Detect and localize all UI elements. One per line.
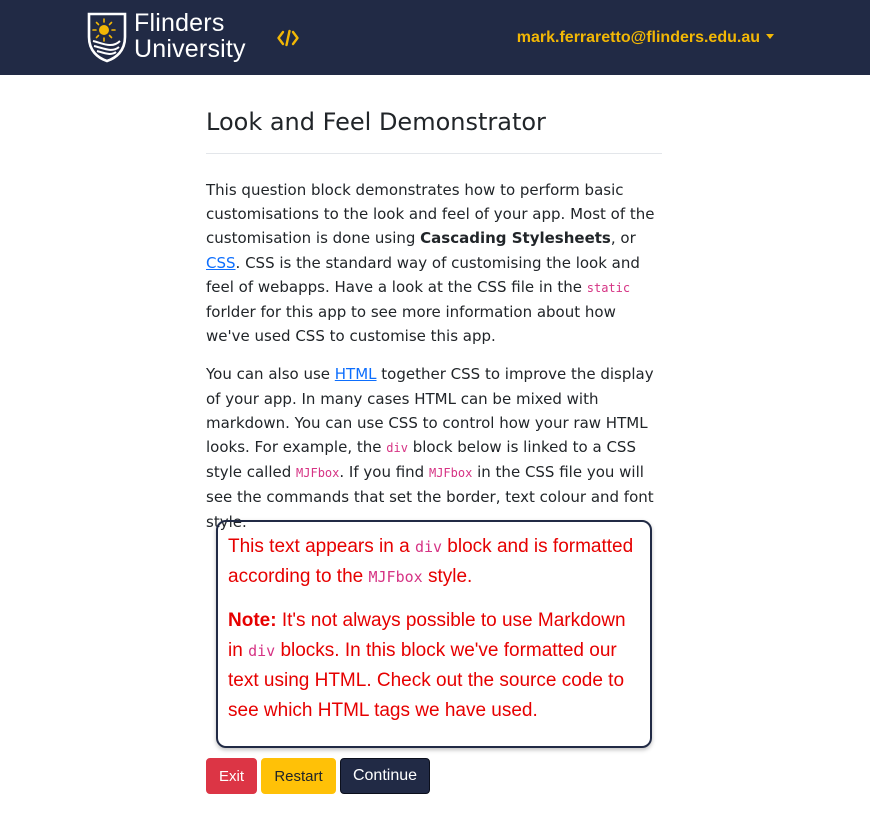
page-title: Look and Feel Demonstrator: [206, 96, 662, 154]
inline-code: static: [586, 280, 631, 295]
inline-code: MJFbox: [428, 466, 473, 481]
text: You can also use: [206, 365, 335, 384]
code-brackets-icon[interactable]: [277, 28, 299, 48]
flinders-logo[interactable]: Flinders University: [86, 11, 256, 63]
css-link[interactable]: CSS: [206, 254, 236, 272]
restart-button[interactable]: Restart: [261, 758, 336, 794]
top-navbar: Flinders University mark.ferraretto@flin…: [0, 0, 870, 75]
main-content: Look and Feel Demonstrator This question…: [206, 96, 662, 534]
text: blocks. In this block we've formatted ou…: [228, 640, 625, 721]
mjfbox-panel: This text appears in a div block and is …: [216, 520, 652, 748]
user-dropdown[interactable]: mark.ferraretto@flinders.edu.au: [517, 29, 774, 47]
intro-paragraph: This question block demonstrates how to …: [206, 178, 662, 348]
logo-line-flinders: Flinders: [134, 9, 225, 37]
inline-code: div: [248, 642, 276, 660]
text: . If you find: [339, 463, 429, 482]
caret-down-icon: [766, 34, 774, 39]
text: . CSS is the standard way of customising…: [206, 253, 640, 296]
html-link[interactable]: HTML: [335, 365, 377, 383]
mjfbox-paragraph-2: Note: It's not always possible to use Ma…: [228, 606, 640, 726]
mjfbox-paragraph-1: This text appears in a div block and is …: [228, 532, 640, 592]
logo-line-university: University: [134, 35, 246, 63]
text: , or: [610, 229, 636, 248]
logo-wordmark: Flinders University: [134, 11, 246, 63]
inline-code: MJFbox: [368, 568, 423, 586]
inline-code: MJFbox: [296, 466, 340, 481]
text: This text appears in a: [228, 536, 415, 557]
user-email: mark.ferraretto@flinders.edu.au: [516, 29, 760, 46]
inline-code: div: [386, 441, 408, 456]
flinders-shield-icon: [87, 12, 127, 63]
continue-button[interactable]: Continue: [340, 758, 430, 794]
text: style.: [422, 566, 473, 587]
bold-text: Cascading Stylesheets: [420, 229, 611, 248]
note-label: Note:: [228, 610, 277, 631]
inline-code: div: [414, 538, 443, 556]
text: forlder for this app to see more informa…: [206, 303, 616, 346]
exit-button[interactable]: Exit: [206, 758, 257, 794]
html-paragraph: You can also use HTML together CSS to im…: [206, 362, 662, 533]
